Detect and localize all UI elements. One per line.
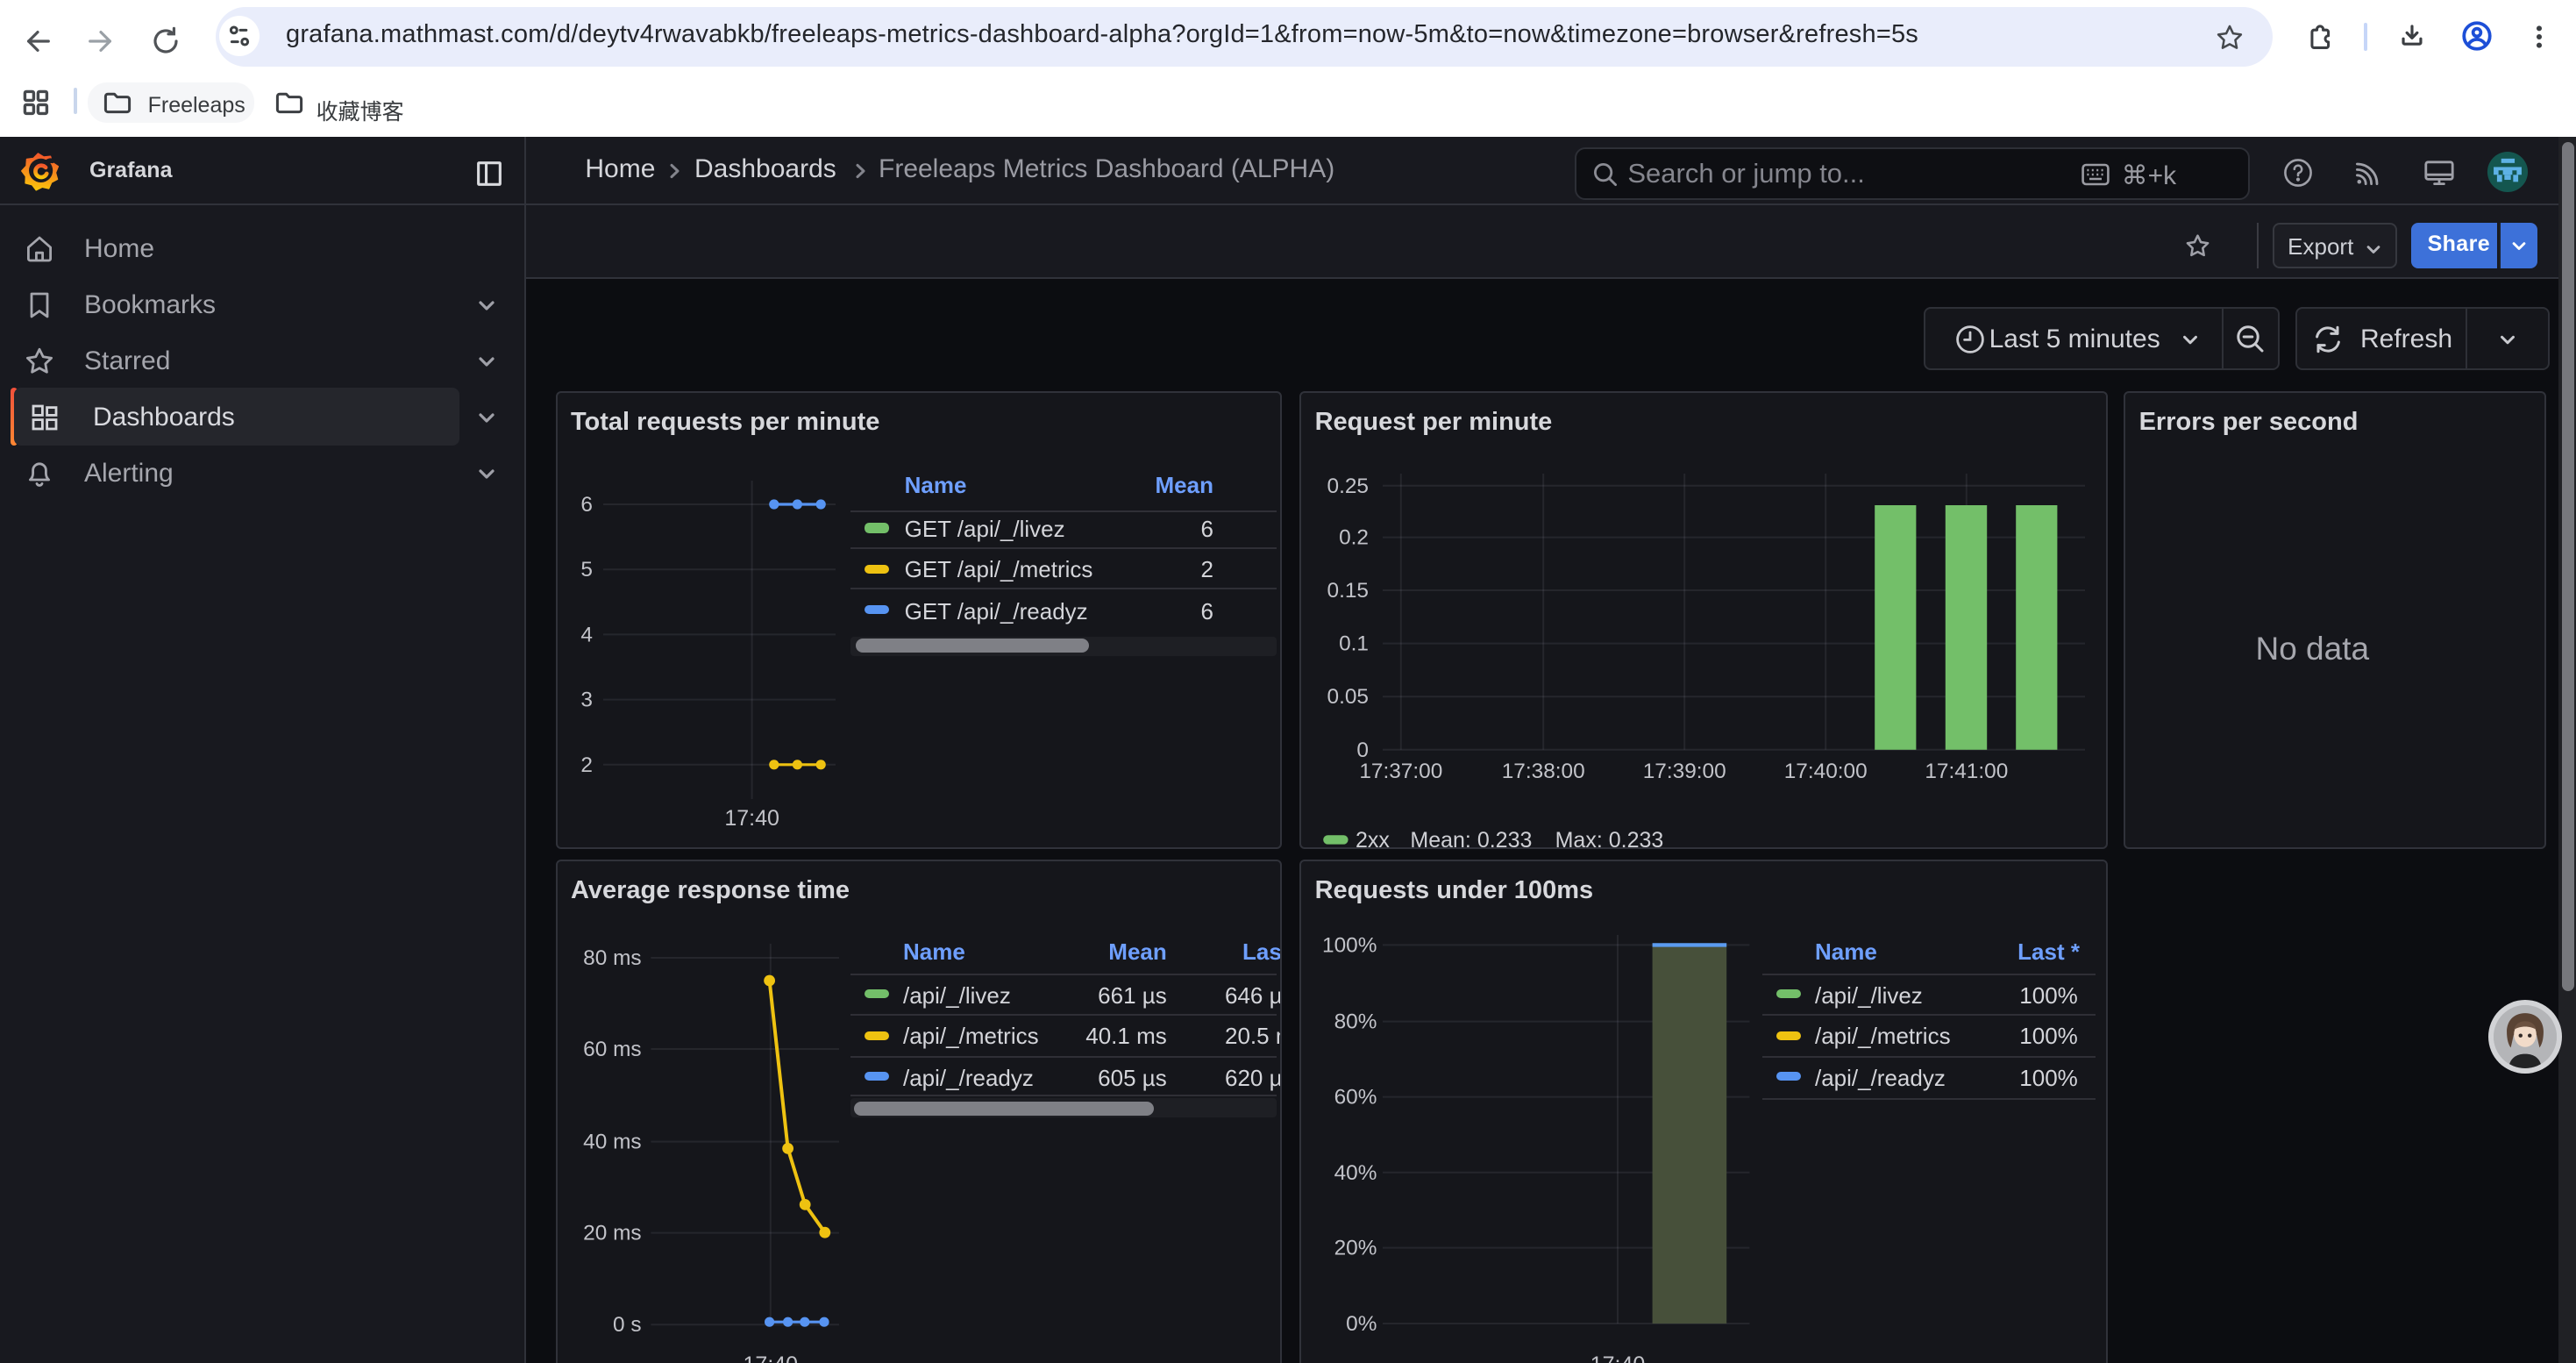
svg-text:0 s: 0 s	[612, 1313, 641, 1337]
svg-text:17:38:00: 17:38:00	[1501, 760, 1584, 783]
svg-text:6: 6	[580, 493, 592, 517]
svg-text:0.15: 0.15	[1327, 579, 1368, 603]
svg-text:17:40:00: 17:40:00	[1783, 760, 1867, 783]
svg-text:0.1: 0.1	[1339, 632, 1369, 656]
svg-text:0: 0	[1356, 739, 1369, 762]
svg-text:17:40: 17:40	[1590, 1352, 1645, 1363]
svg-text:40%: 40%	[1334, 1161, 1377, 1185]
svg-text:0.2: 0.2	[1339, 526, 1369, 550]
svg-text:3: 3	[580, 689, 592, 712]
svg-text:0.05: 0.05	[1327, 685, 1368, 709]
svg-text:Max: 0.233: Max: 0.233	[1555, 828, 1663, 849]
svg-text:20%: 20%	[1334, 1237, 1377, 1260]
svg-text:17:40: 17:40	[723, 806, 779, 831]
svg-text:17:39:00: 17:39:00	[1642, 760, 1726, 783]
svg-text:2: 2	[580, 753, 592, 777]
svg-text:0.25: 0.25	[1327, 475, 1368, 498]
svg-text:20 ms: 20 ms	[582, 1222, 640, 1245]
svg-text:4: 4	[580, 623, 592, 646]
svg-text:100%: 100%	[1322, 933, 1377, 957]
svg-text:5: 5	[580, 558, 592, 582]
svg-text:40 ms: 40 ms	[582, 1131, 640, 1154]
svg-text:80 ms: 80 ms	[582, 946, 640, 970]
svg-text:17:40: 17:40	[743, 1352, 798, 1363]
svg-text:80%: 80%	[1334, 1010, 1377, 1034]
svg-text:60 ms: 60 ms	[582, 1038, 640, 1061]
svg-text:Mean: 0.233: Mean: 0.233	[1410, 828, 1532, 849]
svg-text:17:41:00: 17:41:00	[1925, 760, 2008, 783]
svg-text:2xx: 2xx	[1356, 828, 1390, 849]
svg-text:60%: 60%	[1334, 1086, 1377, 1110]
svg-text:0%: 0%	[1346, 1312, 1377, 1336]
svg-text:17:37:00: 17:37:00	[1359, 760, 1442, 783]
